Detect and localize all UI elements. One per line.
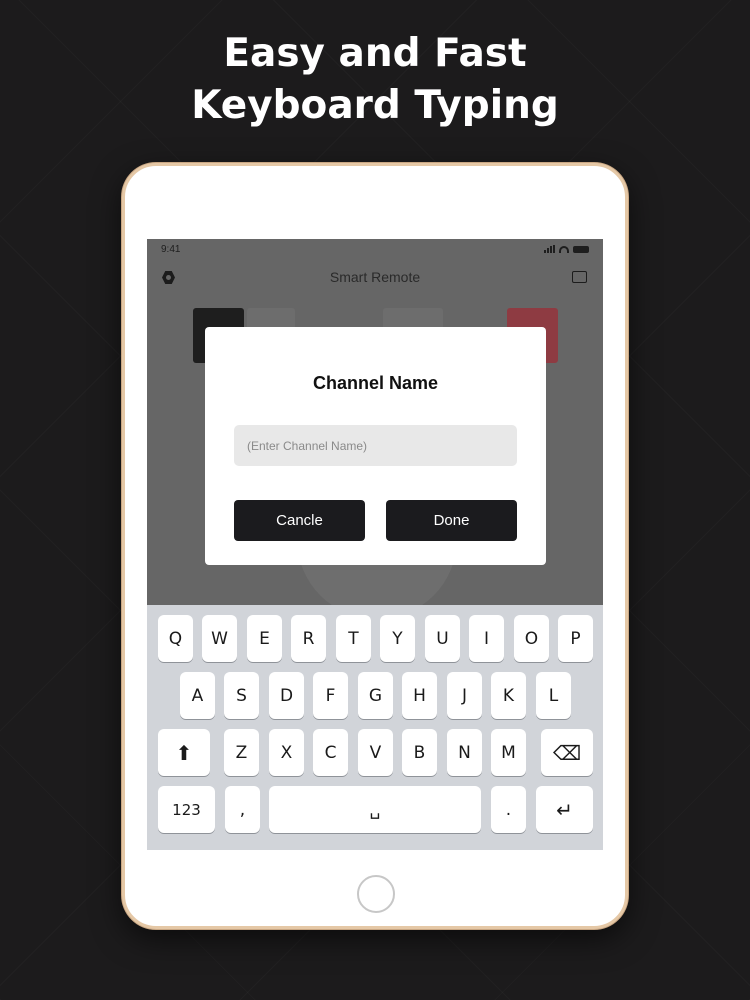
space-key[interactable]: ␣	[269, 786, 481, 833]
ipad-device-frame: 9:41 Smart Remote Channel Name Cancle Do…	[122, 163, 628, 929]
dialog-title: Channel Name	[312, 373, 439, 393]
key-c[interactable]: C	[313, 729, 348, 776]
key-g[interactable]: G	[358, 672, 393, 719]
key-u[interactable]: U	[425, 615, 460, 662]
key-o[interactable]: O	[514, 615, 549, 662]
key-d[interactable]: D	[269, 672, 304, 719]
battery-icon	[573, 245, 589, 253]
key-e[interactable]: E	[247, 615, 282, 662]
key-m[interactable]: M	[491, 729, 526, 776]
signal-icon	[544, 245, 555, 253]
key-z[interactable]: Z	[224, 729, 259, 776]
headline-line-2: Keyboard Typing	[191, 83, 559, 128]
comma-key[interactable]: ,	[225, 786, 260, 833]
key-j[interactable]: J	[447, 672, 482, 719]
wifi-icon	[559, 245, 569, 253]
key-w[interactable]: W	[202, 615, 237, 662]
key-k[interactable]: K	[491, 672, 526, 719]
status-bar: 9:41	[147, 239, 603, 259]
nav-bar: Smart Remote	[147, 261, 603, 295]
cancel-button[interactable]: Cancle	[234, 500, 365, 541]
key-s[interactable]: S	[224, 672, 259, 719]
key-n[interactable]: N	[447, 729, 482, 776]
key-y[interactable]: Y	[380, 615, 415, 662]
key-h[interactable]: H	[402, 672, 437, 719]
done-button[interactable]: Done	[386, 500, 517, 541]
key-t[interactable]: T	[336, 615, 371, 662]
key-b[interactable]: B	[402, 729, 437, 776]
headline: Easy and Fast Keyboard Typing	[0, 28, 750, 132]
numbers-key[interactable]: 123	[158, 786, 215, 833]
status-time: 9:41	[161, 244, 181, 255]
cast-icon[interactable]	[572, 271, 587, 283]
app-title: Smart Remote	[329, 269, 421, 285]
key-f[interactable]: F	[313, 672, 348, 719]
key-q[interactable]: Q	[158, 615, 193, 662]
backspace-key[interactable]: ⌫	[541, 729, 593, 776]
key-i[interactable]: I	[469, 615, 504, 662]
device-screen: 9:41 Smart Remote Channel Name Cancle Do…	[147, 239, 603, 850]
return-key[interactable]: ↵	[536, 786, 593, 833]
shift-key[interactable]: ⬆	[158, 729, 210, 776]
headline-line-1: Easy and Fast	[223, 31, 527, 76]
home-button[interactable]	[357, 875, 395, 913]
status-icons	[544, 245, 589, 253]
key-v[interactable]: V	[358, 729, 393, 776]
key-l[interactable]: L	[536, 672, 571, 719]
key-r[interactable]: R	[291, 615, 326, 662]
keyboard: Q W E R T Y U I O P A S D F G H J K L ⬆ …	[147, 605, 603, 850]
key-a[interactable]: A	[180, 672, 215, 719]
period-key[interactable]: .	[491, 786, 526, 833]
channel-name-input[interactable]	[234, 425, 517, 466]
key-p[interactable]: P	[558, 615, 593, 662]
key-x[interactable]: X	[269, 729, 304, 776]
channel-name-dialog: Channel Name Cancle Done	[205, 327, 546, 565]
